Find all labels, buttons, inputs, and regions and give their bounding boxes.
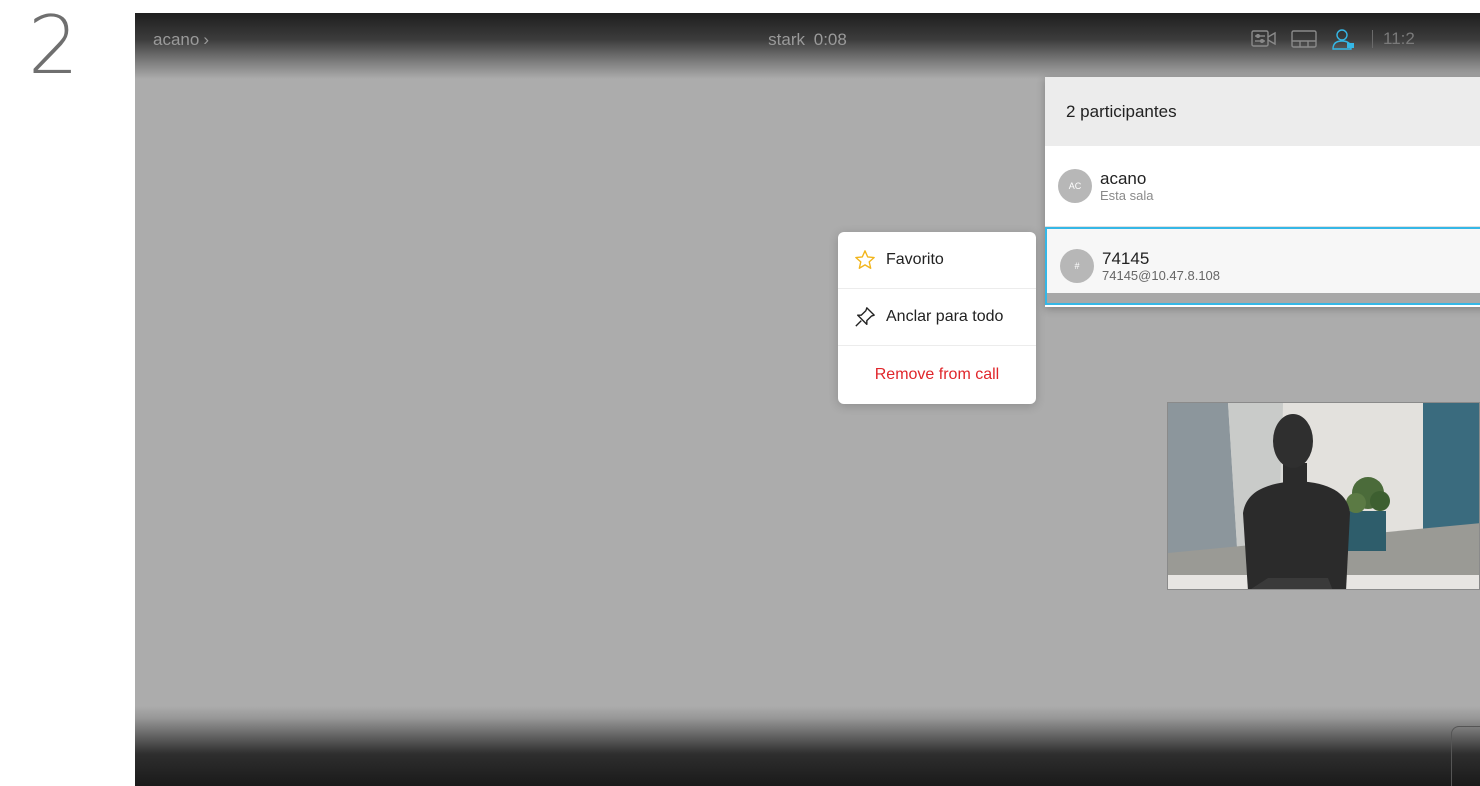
participants-icon[interactable] [1330,27,1358,51]
step-number: 2 [28,0,79,92]
bottom-bar [135,706,1480,786]
avatar: AC [1058,169,1092,203]
participant-name: acano [1100,168,1147,188]
favorite-menu-item[interactable]: Favorito [838,232,1036,289]
top-bar: acano › stark 0:08 11:2 [135,13,1480,79]
top-icons: 11:2 [1250,27,1415,51]
star-icon [854,249,876,271]
pin-icon [854,306,876,328]
camera-control-icon[interactable] [1250,27,1278,51]
favorite-label: Favorito [886,251,944,268]
participant-name: 74145 [1102,248,1150,268]
top-bar-divider [1372,30,1373,48]
call-name: stark [768,30,805,49]
bottom-control-button[interactable] [1451,726,1480,786]
avatar: # [1060,249,1094,283]
participant-row[interactable]: AC acano Esta sala [1045,146,1480,227]
self-view-video[interactable] [1167,402,1480,590]
call-duration: 0:08 [813,30,847,49]
pin-menu-item[interactable]: Anclar para todo [838,289,1036,346]
participants-panel: 2 participantes AC acano Esta sala # 741… [1045,77,1480,307]
participant-context-menu: Favorito Anclar para todo Remove from ca… [838,232,1036,404]
participant-row-selected[interactable]: # 74145 74145@10.47.8.108 [1045,227,1480,305]
layout-icon[interactable] [1290,27,1318,51]
pin-label: Anclar para todo [886,308,1004,325]
clock: 11:2 [1383,29,1415,48]
participant-subtitle: Esta sala [1100,187,1154,203]
participant-subtitle: 74145@10.47.8.108 [1102,267,1221,283]
remove-from-call-button[interactable]: Remove from call [838,346,1036,403]
video-call-screen: acano › stark 0:08 11:2 2 participantes … [135,13,1480,786]
participants-header: 2 participantes [1045,77,1480,146]
